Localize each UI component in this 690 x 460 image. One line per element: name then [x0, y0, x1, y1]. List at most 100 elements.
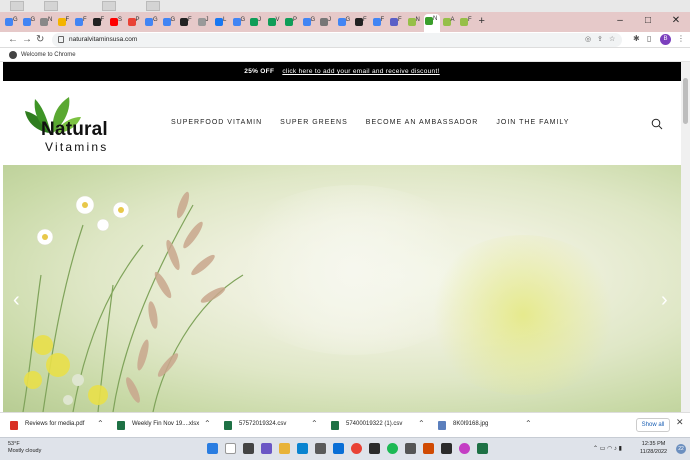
minimize-icon[interactable]: –: [606, 12, 634, 32]
file-icon[interactable]: [146, 1, 160, 11]
teams-chat-icon[interactable]: [261, 443, 272, 454]
browser-tab[interactable]: P: [127, 15, 140, 29]
browser-tab[interactable]: G: [337, 15, 350, 29]
chevron-up-icon[interactable]: ⌃: [525, 419, 532, 428]
file-icon[interactable]: [10, 1, 24, 11]
browser-tab[interactable]: G: [232, 15, 245, 29]
menu-kebab-icon[interactable]: ⋮: [677, 34, 685, 43]
download-item[interactable]: Reviews for media.pdf ⌃: [2, 417, 107, 434]
reload-icon[interactable]: ↻: [36, 33, 44, 47]
excel-icon[interactable]: [477, 443, 488, 454]
browser-tab[interactable]: G: [22, 15, 35, 29]
system-tray[interactable]: ⌃ ▭ ◠ ♪ ▮: [593, 445, 622, 452]
browser-tab[interactable]: P: [284, 15, 297, 29]
bookmark-star-icon[interactable]: ☆: [609, 35, 615, 43]
address-bar[interactable]: naturalvitaminsusa.com ◎ ⇪ ☆: [52, 33, 622, 47]
download-item[interactable]: 57572019324.csv ⌃: [216, 417, 321, 434]
download-item[interactable]: 57400019322 (1).csv ⌃: [323, 417, 428, 434]
carousel-next-icon[interactable]: ›: [661, 290, 668, 310]
bookmark-welcome[interactable]: Welcome to Chrome: [21, 50, 76, 60]
side-panel-icon[interactable]: ▯: [647, 34, 651, 43]
tab-label: N: [415, 17, 420, 23]
browser-tab[interactable]: S: [109, 15, 122, 29]
app-icon[interactable]: [369, 443, 380, 454]
mail-icon[interactable]: [333, 443, 344, 454]
browser-tab[interactable]: F: [74, 15, 87, 29]
tab-label: G: [30, 17, 36, 23]
app-icon[interactable]: [405, 443, 416, 454]
download-item[interactable]: 8K0I9168.jpg ⌃: [430, 417, 535, 434]
google-lens-icon[interactable]: ◎: [585, 35, 591, 43]
browser-tab[interactable]: N: [407, 15, 420, 29]
chevron-up-icon[interactable]: ⌃: [97, 419, 104, 428]
app-icon[interactable]: [441, 443, 452, 454]
browser-tab[interactable]: F: [57, 15, 70, 29]
download-item[interactable]: Weekly Fin Nov 19....xlsx ⌃: [109, 417, 214, 434]
browser-tab[interactable]: J: [319, 15, 332, 29]
task-view-icon[interactable]: [243, 443, 254, 454]
browser-tab[interactable]: G: [162, 15, 175, 29]
tab-label: V: [275, 17, 280, 23]
site-logo[interactable]: Natural Vitamins: [23, 95, 133, 155]
store-icon[interactable]: [315, 443, 326, 454]
chrome-profile-icon[interactable]: [459, 443, 470, 454]
extensions-icon[interactable]: ✱: [633, 34, 640, 43]
page-scrollbar[interactable]: [681, 62, 690, 412]
browser-tab[interactable]: J: [197, 15, 210, 29]
nav-join-the-family[interactable]: JOIN THE FAMILY: [496, 119, 569, 126]
tab-label: P: [135, 17, 140, 23]
tab-label: L: [223, 17, 227, 23]
file-icon[interactable]: [102, 1, 116, 11]
chevron-up-icon[interactable]: ⌃: [204, 419, 211, 428]
browser-tab[interactable]: G: [302, 15, 315, 29]
new-tab-button[interactable]: +: [479, 15, 485, 27]
browser-tab[interactable]: N: [39, 15, 52, 29]
nav-super-greens[interactable]: SUPER GREENS: [280, 119, 348, 126]
notification-badge[interactable]: 22: [676, 444, 686, 454]
scrollbar-thumb[interactable]: [683, 78, 688, 124]
browser-tab[interactable]: F: [354, 15, 367, 29]
chrome-taskbar-icon[interactable]: [351, 443, 362, 454]
close-icon[interactable]: ✕: [662, 12, 690, 32]
forward-icon[interactable]: →: [22, 33, 32, 47]
app-icon[interactable]: [423, 443, 434, 454]
browser-tab[interactable]: F: [179, 15, 192, 29]
lock-icon[interactable]: [58, 36, 64, 43]
weather-widget[interactable]: 53°F Mostly cloudy: [8, 441, 41, 455]
carousel-prev-icon[interactable]: ‹: [13, 290, 20, 310]
search-taskbar-icon[interactable]: [225, 443, 236, 454]
browser-tab[interactable]: A: [442, 15, 455, 29]
shopify-icon: [442, 18, 451, 26]
browser-tab[interactable]: L: [214, 15, 227, 29]
show-all-button[interactable]: Show all: [636, 418, 670, 432]
browser-tab[interactable]: F: [92, 15, 105, 29]
edge-icon[interactable]: [297, 443, 308, 454]
clock[interactable]: 12:35 PM 11/28/2022: [640, 441, 667, 456]
file-explorer-icon[interactable]: [279, 443, 290, 454]
chevron-up-icon[interactable]: ⌃: [311, 419, 318, 428]
search-icon[interactable]: [651, 118, 663, 130]
browser-tab[interactable]: N: [424, 14, 440, 32]
tab-label: F: [100, 17, 105, 23]
spotify-icon[interactable]: [387, 443, 398, 454]
promo-link[interactable]: click here to add your email and receive…: [282, 68, 439, 75]
browser-tab[interactable]: F: [389, 15, 402, 29]
share-icon[interactable]: ⇪: [597, 35, 603, 43]
nav-superfood-vitamin[interactable]: SUPERFOOD VITAMIN: [171, 119, 262, 126]
browser-tab[interactable]: J: [249, 15, 262, 29]
browser-tab[interactable]: F: [372, 15, 385, 29]
browser-tab[interactable]: G: [144, 15, 158, 29]
nav-become-ambassador[interactable]: BECOME AN AMBASSADOR: [366, 119, 479, 126]
start-icon[interactable]: [207, 443, 218, 454]
generic-icon: [40, 18, 48, 26]
close-downloads-icon[interactable]: ✕: [676, 417, 684, 428]
profile-avatar[interactable]: B: [660, 34, 671, 45]
browser-tab[interactable]: V: [267, 15, 280, 29]
download-filename: 57400019322 (1).csv: [346, 421, 403, 427]
maximize-icon[interactable]: □: [634, 12, 662, 32]
browser-tab[interactable]: G: [4, 15, 18, 29]
browser-tab[interactable]: F: [459, 15, 472, 29]
back-icon[interactable]: ←: [8, 33, 18, 47]
file-icon[interactable]: [44, 1, 58, 11]
chevron-up-icon[interactable]: ⌃: [418, 419, 425, 428]
